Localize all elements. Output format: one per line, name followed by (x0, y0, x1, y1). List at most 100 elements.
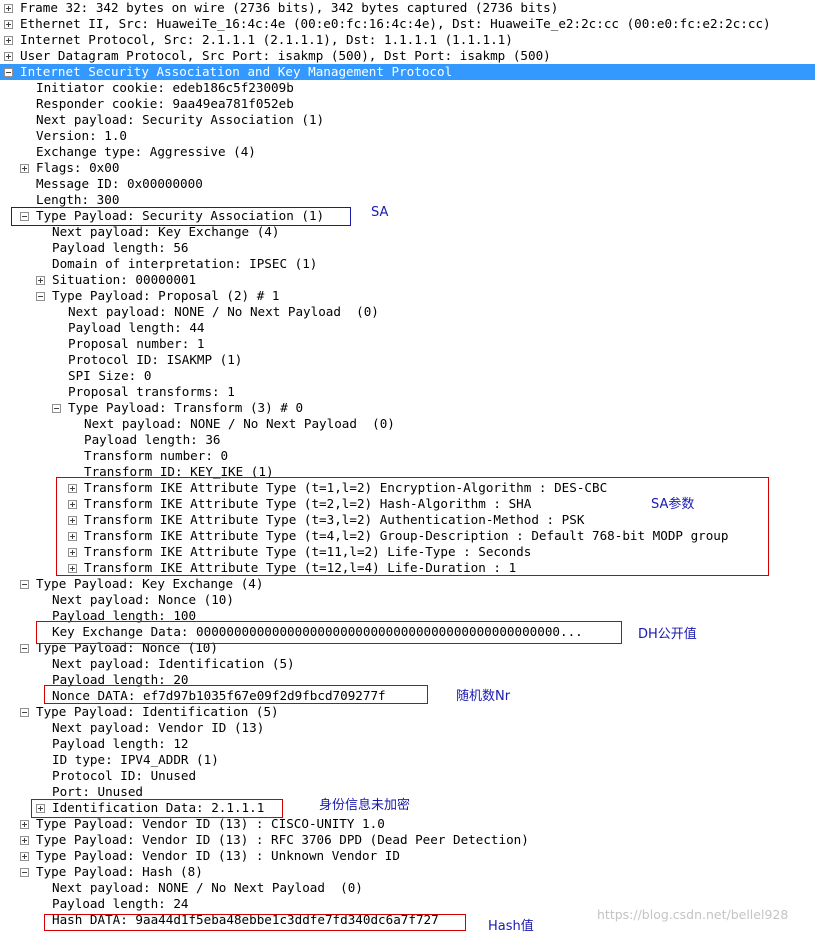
tree-row[interactable]: Ethernet II, Src: HuaweiTe_16:4c:4e (00:… (0, 16, 815, 32)
tree-row-label: Next payload: Security Association (1) (36, 112, 325, 127)
expand-icon[interactable] (68, 516, 77, 525)
tree-row[interactable]: Type Payload: Security Association (1) (0, 208, 815, 224)
tree-row[interactable]: Transform IKE Attribute Type (t=3,l=2) A… (0, 512, 815, 528)
tree-row[interactable]: Type Payload: Key Exchange (4) (0, 576, 815, 592)
collapse-icon[interactable] (52, 404, 61, 413)
tree-row[interactable]: Next payload: Vendor ID (13) (0, 720, 815, 736)
tree-row[interactable]: Next payload: Key Exchange (4) (0, 224, 815, 240)
tree-row[interactable]: Payload length: 12 (0, 736, 815, 752)
tree-row[interactable]: Type Payload: Vendor ID (13) : RFC 3706 … (0, 832, 815, 848)
tree-row-label: Internet Security Association and Key Ma… (20, 64, 453, 79)
tree-row[interactable]: Next payload: Nonce (10) (0, 592, 815, 608)
tree-row[interactable]: Situation: 00000001 (0, 272, 815, 288)
expand-icon[interactable] (20, 164, 29, 173)
tree-row-label: Next payload: NONE / No Next Payload (0) (84, 416, 395, 431)
tree-row-label: Type Payload: Hash (8) (36, 864, 203, 879)
tree-row[interactable]: Transform IKE Attribute Type (t=11,l=2) … (0, 544, 815, 560)
tree-row[interactable]: Exchange type: Aggressive (4) (0, 144, 815, 160)
tree-row[interactable]: Domain of interpretation: IPSEC (1) (0, 256, 815, 272)
hash-annotation: Hash值 (488, 919, 534, 934)
tree-row-label: Type Payload: Proposal (2) # 1 (52, 288, 280, 303)
expand-icon[interactable] (20, 836, 29, 845)
tree-row[interactable]: Type Payload: Hash (8) (0, 864, 815, 880)
tree-row[interactable]: Initiator cookie: edeb186c5f23009b (0, 80, 815, 96)
expand-icon[interactable] (4, 4, 13, 13)
tree-row[interactable]: Message ID: 0x00000000 (0, 176, 815, 192)
collapse-icon[interactable] (4, 68, 13, 77)
tree-row-label: Type Payload: Vendor ID (13) : CISCO-UNI… (36, 816, 385, 831)
tree-row[interactable]: Protocol ID: ISAKMP (1) (0, 352, 815, 368)
tree-row[interactable]: Transform ID: KEY_IKE (1) (0, 464, 815, 480)
tree-row-label: Domain of interpretation: IPSEC (1) (52, 256, 318, 271)
expand-icon[interactable] (4, 52, 13, 61)
tree-row[interactable]: Next payload: NONE / No Next Payload (0) (0, 304, 815, 320)
tree-row[interactable]: Payload length: 44 (0, 320, 815, 336)
tree-row[interactable]: Responder cookie: 9aa49ea781f052eb (0, 96, 815, 112)
tree-row[interactable]: Nonce DATA: ef7d97b1035f67e09f2d9fbcd709… (0, 688, 815, 704)
expand-icon[interactable] (4, 20, 13, 29)
tree-row-label: Key Exchange Data: 000000000000000000000… (52, 624, 583, 639)
expand-icon[interactable] (20, 820, 29, 829)
tree-row-label: Protocol ID: ISAKMP (1) (68, 352, 243, 367)
tree-row[interactable]: Payload length: 20 (0, 672, 815, 688)
expand-icon[interactable] (36, 804, 45, 813)
watermark: https://blog.csdn.net/bellel928 (597, 907, 789, 922)
tree-row-label: Version: 1.0 (36, 128, 127, 143)
tree-row-label: Payload length: 44 (68, 320, 205, 335)
tree-row[interactable]: Version: 1.0 (0, 128, 815, 144)
tree-row[interactable]: Payload length: 36 (0, 432, 815, 448)
expand-icon[interactable] (68, 484, 77, 493)
sa-params-annotation: SA参数 (651, 497, 695, 512)
tree-row[interactable]: Length: 300 (0, 192, 815, 208)
tree-row[interactable]: Type Payload: Transform (3) # 0 (0, 400, 815, 416)
tree-row[interactable]: Type Payload: Vendor ID (13) : Unknown V… (0, 848, 815, 864)
tree-row[interactable]: Next payload: Security Association (1) (0, 112, 815, 128)
expand-icon[interactable] (68, 548, 77, 557)
collapse-icon[interactable] (20, 580, 29, 589)
collapse-icon[interactable] (20, 212, 29, 221)
tree-row[interactable]: Type Payload: Identification (5) (0, 704, 815, 720)
tree-row[interactable]: Next payload: NONE / No Next Payload (0) (0, 416, 815, 432)
expand-icon[interactable] (68, 500, 77, 509)
tree-row[interactable]: Type Payload: Vendor ID (13) : CISCO-UNI… (0, 816, 815, 832)
tree-row-label: Payload length: 56 (52, 240, 189, 255)
expand-icon[interactable] (68, 564, 77, 573)
tree-row-label: Type Payload: Nonce (10) (36, 640, 218, 655)
tree-row[interactable]: SPI Size: 0 (0, 368, 815, 384)
tree-row-label: Length: 300 (36, 192, 120, 207)
tree-row[interactable]: Next payload: Identification (5) (0, 656, 815, 672)
tree-row-label: SPI Size: 0 (68, 368, 152, 383)
tree-row[interactable]: Type Payload: Proposal (2) # 1 (0, 288, 815, 304)
tree-row[interactable]: Protocol ID: Unused (0, 768, 815, 784)
tree-row-label: Transform IKE Attribute Type (t=12,l=4) … (84, 560, 517, 575)
tree-row[interactable]: Internet Protocol, Src: 2.1.1.1 (2.1.1.1… (0, 32, 815, 48)
tree-row-label: Next payload: Identification (5) (52, 656, 295, 671)
tree-row[interactable]: Proposal number: 1 (0, 336, 815, 352)
tree-row[interactable]: Internet Security Association and Key Ma… (0, 64, 815, 80)
expand-icon[interactable] (36, 276, 45, 285)
tree-row[interactable]: Flags: 0x00 (0, 160, 815, 176)
tree-row[interactable]: Proposal transforms: 1 (0, 384, 815, 400)
tree-row[interactable]: Payload length: 100 (0, 608, 815, 624)
tree-row[interactable]: User Datagram Protocol, Src Port: isakmp… (0, 48, 815, 64)
tree-row-label: Identification Data: 2.1.1.1 (52, 800, 265, 815)
tree-row-label: Flags: 0x00 (36, 160, 120, 175)
tree-row[interactable]: Payload length: 56 (0, 240, 815, 256)
tree-row[interactable]: Transform IKE Attribute Type (t=4,l=2) G… (0, 528, 815, 544)
expand-icon[interactable] (4, 36, 13, 45)
tree-row[interactable]: ID type: IPV4_ADDR (1) (0, 752, 815, 768)
tree-row[interactable]: Transform IKE Attribute Type (t=12,l=4) … (0, 560, 815, 576)
tree-row[interactable]: Transform number: 0 (0, 448, 815, 464)
collapse-icon[interactable] (20, 644, 29, 653)
collapse-icon[interactable] (20, 708, 29, 717)
expand-icon[interactable] (68, 532, 77, 541)
identity-annotation: 身份信息未加密 (319, 798, 411, 813)
tree-row[interactable]: Frame 32: 342 bytes on wire (2736 bits),… (0, 0, 815, 16)
expand-icon[interactable] (20, 852, 29, 861)
collapse-icon[interactable] (20, 868, 29, 877)
tree-row-label: Responder cookie: 9aa49ea781f052eb (36, 96, 294, 111)
tree-row[interactable]: Next payload: NONE / No Next Payload (0) (0, 880, 815, 896)
tree-row-label: Type Payload: Key Exchange (4) (36, 576, 264, 591)
collapse-icon[interactable] (36, 292, 45, 301)
tree-row[interactable]: Type Payload: Nonce (10) (0, 640, 815, 656)
